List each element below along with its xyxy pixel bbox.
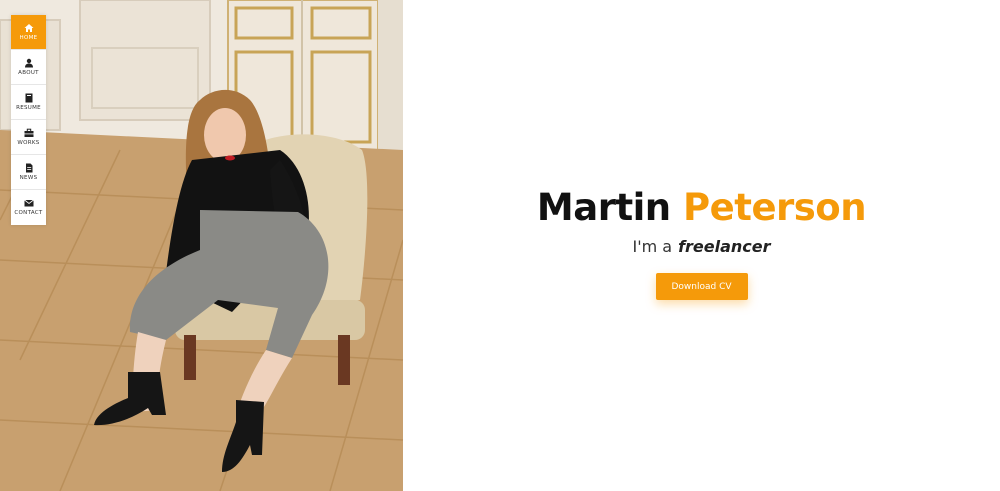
user-icon <box>24 58 33 68</box>
home-icon <box>24 23 33 32</box>
hero-subtitle: I'm a freelancer <box>632 237 770 256</box>
envelope-icon <box>23 199 34 207</box>
nav-item-about[interactable]: ABOUT <box>11 50 46 85</box>
nav-label-resume: RESUME <box>16 104 41 111</box>
nav-label-about: ABOUT <box>18 69 39 76</box>
hero-photo-illustration <box>0 0 403 491</box>
nav-item-home[interactable]: HOME <box>11 15 46 50</box>
nav-item-contact[interactable]: CONTACT <box>11 190 46 225</box>
hero-photo <box>0 0 403 491</box>
hero-role: freelancer <box>678 237 771 256</box>
nav-label-contact: CONTACT <box>14 210 43 217</box>
download-cv-button[interactable]: Download CV <box>655 273 748 300</box>
nav-item-resume[interactable]: RESUME <box>11 85 46 120</box>
briefcase-icon <box>24 128 33 137</box>
nav-label-home: HOME <box>19 34 38 41</box>
nav-label-works: WORKS <box>17 139 40 146</box>
hero-title: Martin Peterson <box>536 186 867 229</box>
hero-last-name: Peterson <box>683 186 867 229</box>
hero-intro: I'm a <box>632 237 673 256</box>
hero-first-name: Martin <box>536 186 671 229</box>
nav-label-news: NEWS <box>19 174 38 181</box>
document-icon <box>25 163 32 173</box>
book-icon <box>25 93 32 103</box>
nav-item-news[interactable]: NEWS <box>11 155 46 190</box>
nav-item-works[interactable]: WORKS <box>11 120 46 155</box>
sidebar-nav: HOME ABOUT RESUME WORKS NEWS CONTACT <box>11 15 46 225</box>
hero-section: Martin Peterson I'm a freelancer Download… <box>403 0 1000 491</box>
